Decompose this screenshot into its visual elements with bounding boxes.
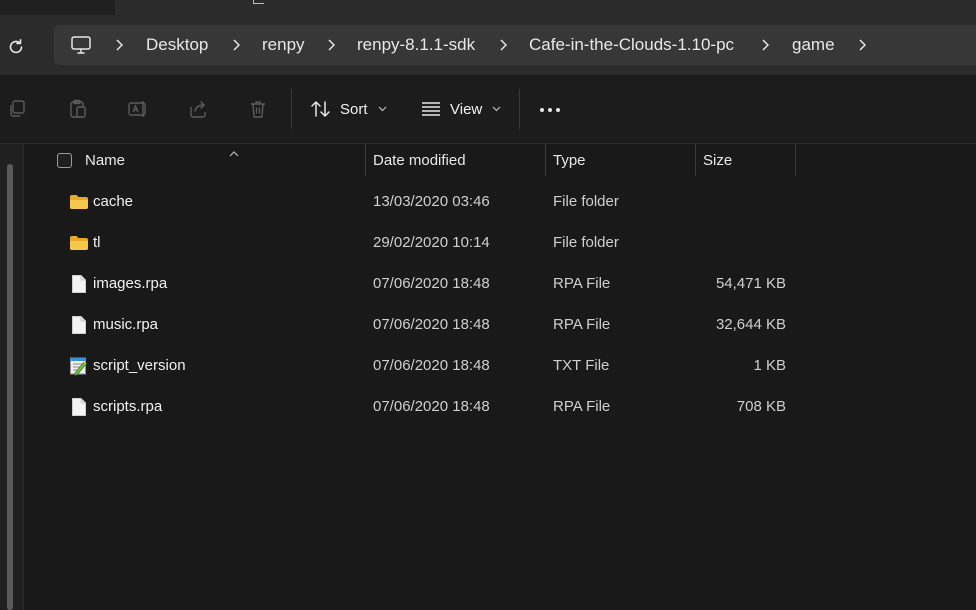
chevron-down-icon <box>492 106 501 112</box>
file-size: 1 KB <box>753 357 786 374</box>
folder-icon <box>68 232 90 254</box>
file-row[interactable]: tl 29/02/2020 10:14 File folder <box>24 223 976 264</box>
file-type: RPA File <box>553 275 611 292</box>
column-divider[interactable] <box>365 144 366 176</box>
file-name: images.rpa <box>93 275 168 292</box>
file-name: music.rpa <box>93 316 159 333</box>
scrollbar[interactable] <box>7 164 13 610</box>
view-label: View <box>450 100 483 118</box>
column-header-name[interactable]: Name <box>85 152 125 169</box>
breadcrumb-item-renpy[interactable]: renpy <box>262 34 305 56</box>
view-icon <box>422 102 440 116</box>
folder-icon <box>68 191 90 213</box>
chevron-down-icon <box>378 106 386 112</box>
file-size: 32,644 KB <box>715 316 786 333</box>
file-icon <box>68 314 90 336</box>
tab-strip <box>0 0 976 15</box>
breadcrumb-item-desktop[interactable]: Desktop <box>146 34 208 56</box>
file-icon <box>68 396 90 418</box>
column-header-date[interactable]: Date modified <box>373 152 466 169</box>
share-icon[interactable] <box>187 98 209 120</box>
toolbar-divider <box>291 89 292 129</box>
column-divider[interactable] <box>545 144 546 176</box>
file-date: 07/06/2020 18:48 <box>373 357 490 374</box>
select-all-checkbox[interactable] <box>57 153 72 168</box>
column-header-size[interactable]: Size <box>703 152 732 169</box>
file-date: 07/06/2020 18:48 <box>373 275 490 292</box>
sort-icon <box>311 101 330 117</box>
file-type: File folder <box>553 193 619 210</box>
file-row[interactable]: script_version 07/06/2020 18:48 TXT File… <box>24 346 976 387</box>
chevron-right-icon[interactable] <box>326 37 336 53</box>
tab-icon <box>253 0 264 4</box>
notepad-file-icon <box>68 355 90 377</box>
sort-caret-icon <box>229 144 239 162</box>
file-row[interactable]: music.rpa 07/06/2020 18:48 RPA File 32,6… <box>24 305 976 346</box>
column-header-type[interactable]: Type <box>553 152 586 169</box>
toolbar-divider <box>519 89 520 129</box>
column-header-row: Name Date modified Type Size <box>24 144 976 178</box>
file-type: RPA File <box>553 398 611 415</box>
paste-icon[interactable] <box>67 98 89 120</box>
column-divider[interactable] <box>795 144 796 176</box>
more-options-icon[interactable] <box>540 108 560 112</box>
file-date: 07/06/2020 18:48 <box>373 398 490 415</box>
breadcrumb-item-renpy-sdk[interactable]: renpy-8.1.1-sdk <box>357 34 475 56</box>
chevron-right-icon[interactable] <box>498 37 508 53</box>
file-row[interactable]: cache 13/03/2020 03:46 File folder <box>24 182 976 223</box>
file-row[interactable]: images.rpa 07/06/2020 18:48 RPA File 54,… <box>24 264 976 305</box>
file-size: 54,471 KB <box>715 275 786 292</box>
file-date: 13/03/2020 03:46 <box>373 193 490 210</box>
file-type: TXT File <box>553 357 610 374</box>
refresh-icon[interactable] <box>5 36 27 58</box>
file-date: 29/02/2020 10:14 <box>373 234 490 251</box>
file-date: 07/06/2020 18:48 <box>373 316 490 333</box>
file-icon <box>68 273 90 295</box>
breadcrumb-item-game[interactable]: game <box>792 34 835 56</box>
address-row: Desktop renpy renpy-8.1.1-sdk Cafe-in-th… <box>0 15 976 75</box>
command-bar: Sort View <box>0 75 976 144</box>
chevron-right-icon[interactable] <box>857 37 867 53</box>
file-name: tl <box>93 234 101 251</box>
copy-icon[interactable] <box>6 98 28 120</box>
sort-button[interactable]: Sort <box>310 97 387 121</box>
address-bar[interactable]: Desktop renpy renpy-8.1.1-sdk Cafe-in-th… <box>54 25 976 65</box>
rename-icon[interactable] <box>127 98 149 120</box>
file-row[interactable]: scripts.rpa 07/06/2020 18:48 RPA File 70… <box>24 387 976 428</box>
file-type: RPA File <box>553 316 611 333</box>
file-type: File folder <box>553 234 619 251</box>
sort-label: Sort <box>340 100 368 118</box>
chevron-right-icon[interactable] <box>760 37 770 53</box>
chevron-right-icon[interactable] <box>114 37 124 53</box>
file-name: scripts.rpa <box>93 398 163 415</box>
file-size: 708 KB <box>736 398 786 415</box>
this-pc-icon[interactable] <box>70 34 92 61</box>
column-divider[interactable] <box>695 144 696 176</box>
delete-icon[interactable] <box>247 98 269 120</box>
chevron-right-icon[interactable] <box>231 37 241 53</box>
file-name: script_version <box>93 357 186 374</box>
breadcrumb: Desktop renpy renpy-8.1.1-sdk Cafe-in-th… <box>54 25 976 65</box>
active-tab[interactable] <box>115 0 976 15</box>
file-name: cache <box>93 193 134 210</box>
view-button[interactable]: View <box>420 97 501 121</box>
navigation-pane <box>0 144 24 610</box>
breadcrumb-item-cafe[interactable]: Cafe-in-the-Clouds-1.10-pc <box>529 34 734 56</box>
